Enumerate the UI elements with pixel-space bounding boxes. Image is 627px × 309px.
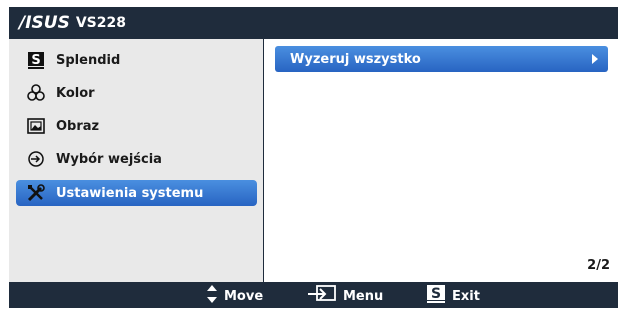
svg-text:S: S xyxy=(31,53,40,68)
osd-window: /ISUS VS228 S Splendid Kolor Obraz Wybór… xyxy=(9,7,618,308)
menu-item-label: Kolor xyxy=(56,85,95,101)
page-indicator: 2/2 xyxy=(587,258,610,273)
move-hint: Move xyxy=(206,284,263,308)
asus-logo: /ISUS xyxy=(19,13,70,33)
chevron-right-icon xyxy=(592,54,598,64)
exit-s-icon: S xyxy=(426,284,446,308)
main-menu: S Splendid Kolor Obraz Wybór wejścia Ust… xyxy=(9,39,263,282)
menu-item-input-select[interactable]: Wybór wejścia xyxy=(16,146,257,172)
input-select-icon xyxy=(27,150,45,168)
menu-item-label: Splendid xyxy=(56,52,121,68)
svg-text:S: S xyxy=(431,286,441,302)
footer-bar: Move Menu S Exit xyxy=(9,284,618,308)
splendid-s-icon: S xyxy=(27,51,45,69)
menu-enter-icon xyxy=(307,284,337,308)
menu-item-kolor[interactable]: Kolor xyxy=(16,80,257,106)
menu-item-label: Wybór wejścia xyxy=(56,151,162,167)
menu-item-splendid[interactable]: S Splendid xyxy=(16,47,257,73)
up-down-arrows-icon xyxy=(206,284,218,308)
menu-item-system-setup[interactable]: Ustawienia systemu xyxy=(16,180,257,206)
submenu-panel: Wyzeruj wszystko 2/2 xyxy=(264,39,618,282)
picture-icon xyxy=(27,117,45,135)
menu-hint: Menu xyxy=(307,284,383,308)
submenu-item-reset-all[interactable]: Wyzeruj wszystko xyxy=(275,46,608,72)
submenu-item-label: Wyzeruj wszystko xyxy=(290,51,421,67)
menu-item-label: Obraz xyxy=(56,118,100,134)
monitor-model: VS228 xyxy=(75,15,126,31)
title-bar: /ISUS VS228 xyxy=(9,7,618,39)
color-circles-icon xyxy=(27,84,45,102)
tools-icon xyxy=(27,184,45,202)
move-label: Move xyxy=(224,288,264,304)
menu-item-label: Ustawienia systemu xyxy=(56,185,204,201)
menu-item-obraz[interactable]: Obraz xyxy=(16,113,257,139)
exit-hint: S Exit xyxy=(426,284,480,308)
menu-label: Menu xyxy=(343,288,384,304)
exit-label: Exit xyxy=(452,288,480,304)
